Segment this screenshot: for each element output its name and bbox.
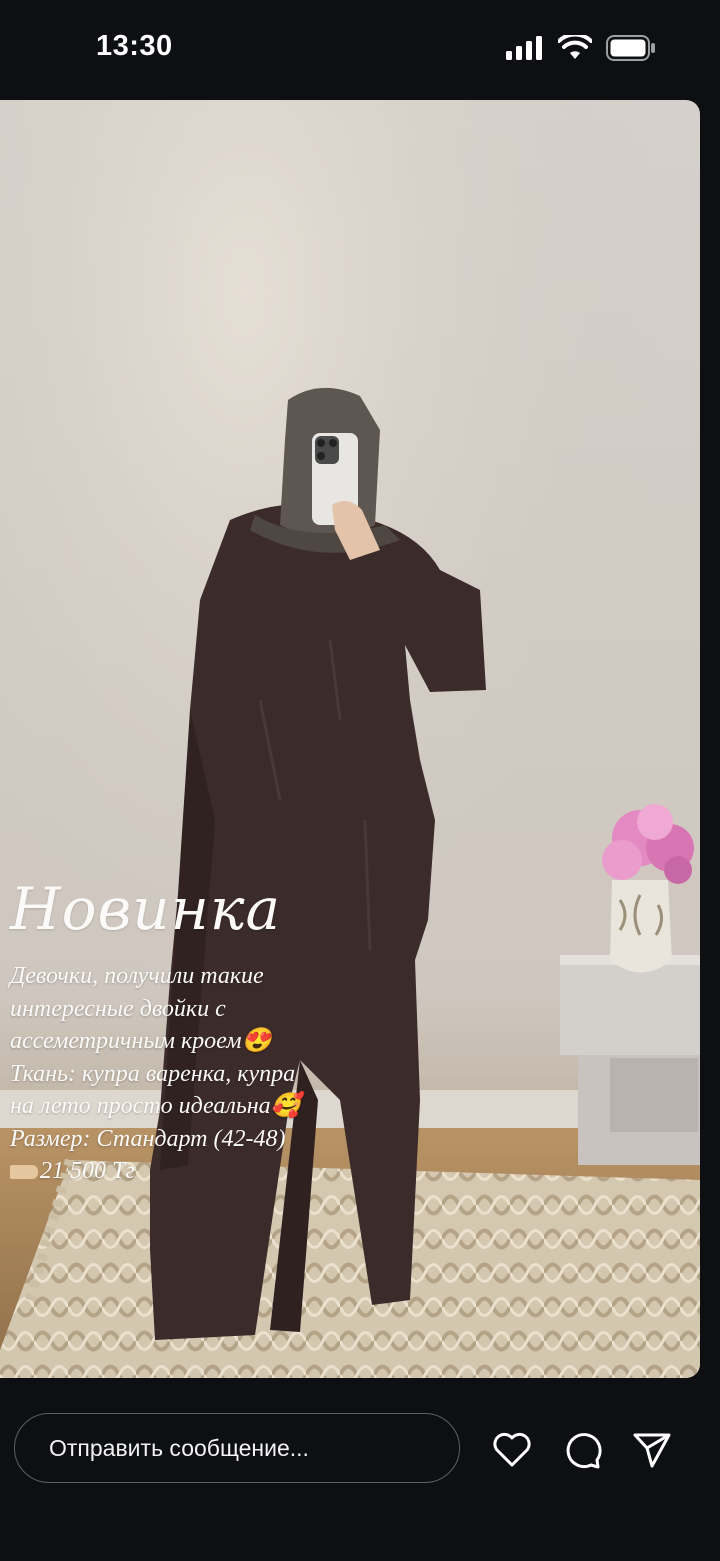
caption-title: Новинка: [10, 875, 282, 943]
caption-line: Размер: Стандарт (42-48): [10, 1125, 286, 1152]
battery-icon: [606, 35, 655, 61]
caption-line: ассеметричным кроем😍: [10, 1028, 272, 1054]
like-button[interactable]: [492, 1430, 532, 1470]
price-value: 21 500 Тг: [40, 1158, 135, 1184]
caption-line: Девочки, получили такие: [10, 963, 264, 989]
status-bar: 13:30: [0, 0, 720, 100]
status-icons: [506, 35, 656, 61]
comment-button[interactable]: [562, 1430, 602, 1470]
caption-line: на лето просто идеальна🥰: [10, 1093, 301, 1119]
price-tag-icon: [10, 1165, 38, 1180]
message-input[interactable]: [14, 1413, 460, 1483]
caption-line: Ткань: купра варенка, купра: [10, 1060, 296, 1087]
story-caption: Новинка Девочки, получили такие интересн…: [10, 880, 430, 1188]
story-image[interactable]: Новинка Девочки, получили такие интересн…: [0, 100, 700, 1378]
comment-icon: [566, 1433, 602, 1469]
story-footer: [0, 1378, 720, 1561]
send-button[interactable]: [632, 1430, 672, 1470]
caption-price: 21 500 Тг: [10, 1155, 430, 1188]
signal-icon: [506, 36, 542, 60]
wifi-icon: [558, 35, 592, 59]
caption-line: интересные двойки с: [10, 995, 226, 1022]
status-time: 13:30: [96, 30, 173, 62]
heart-icon: [493, 1432, 531, 1467]
send-icon: [633, 1433, 671, 1468]
